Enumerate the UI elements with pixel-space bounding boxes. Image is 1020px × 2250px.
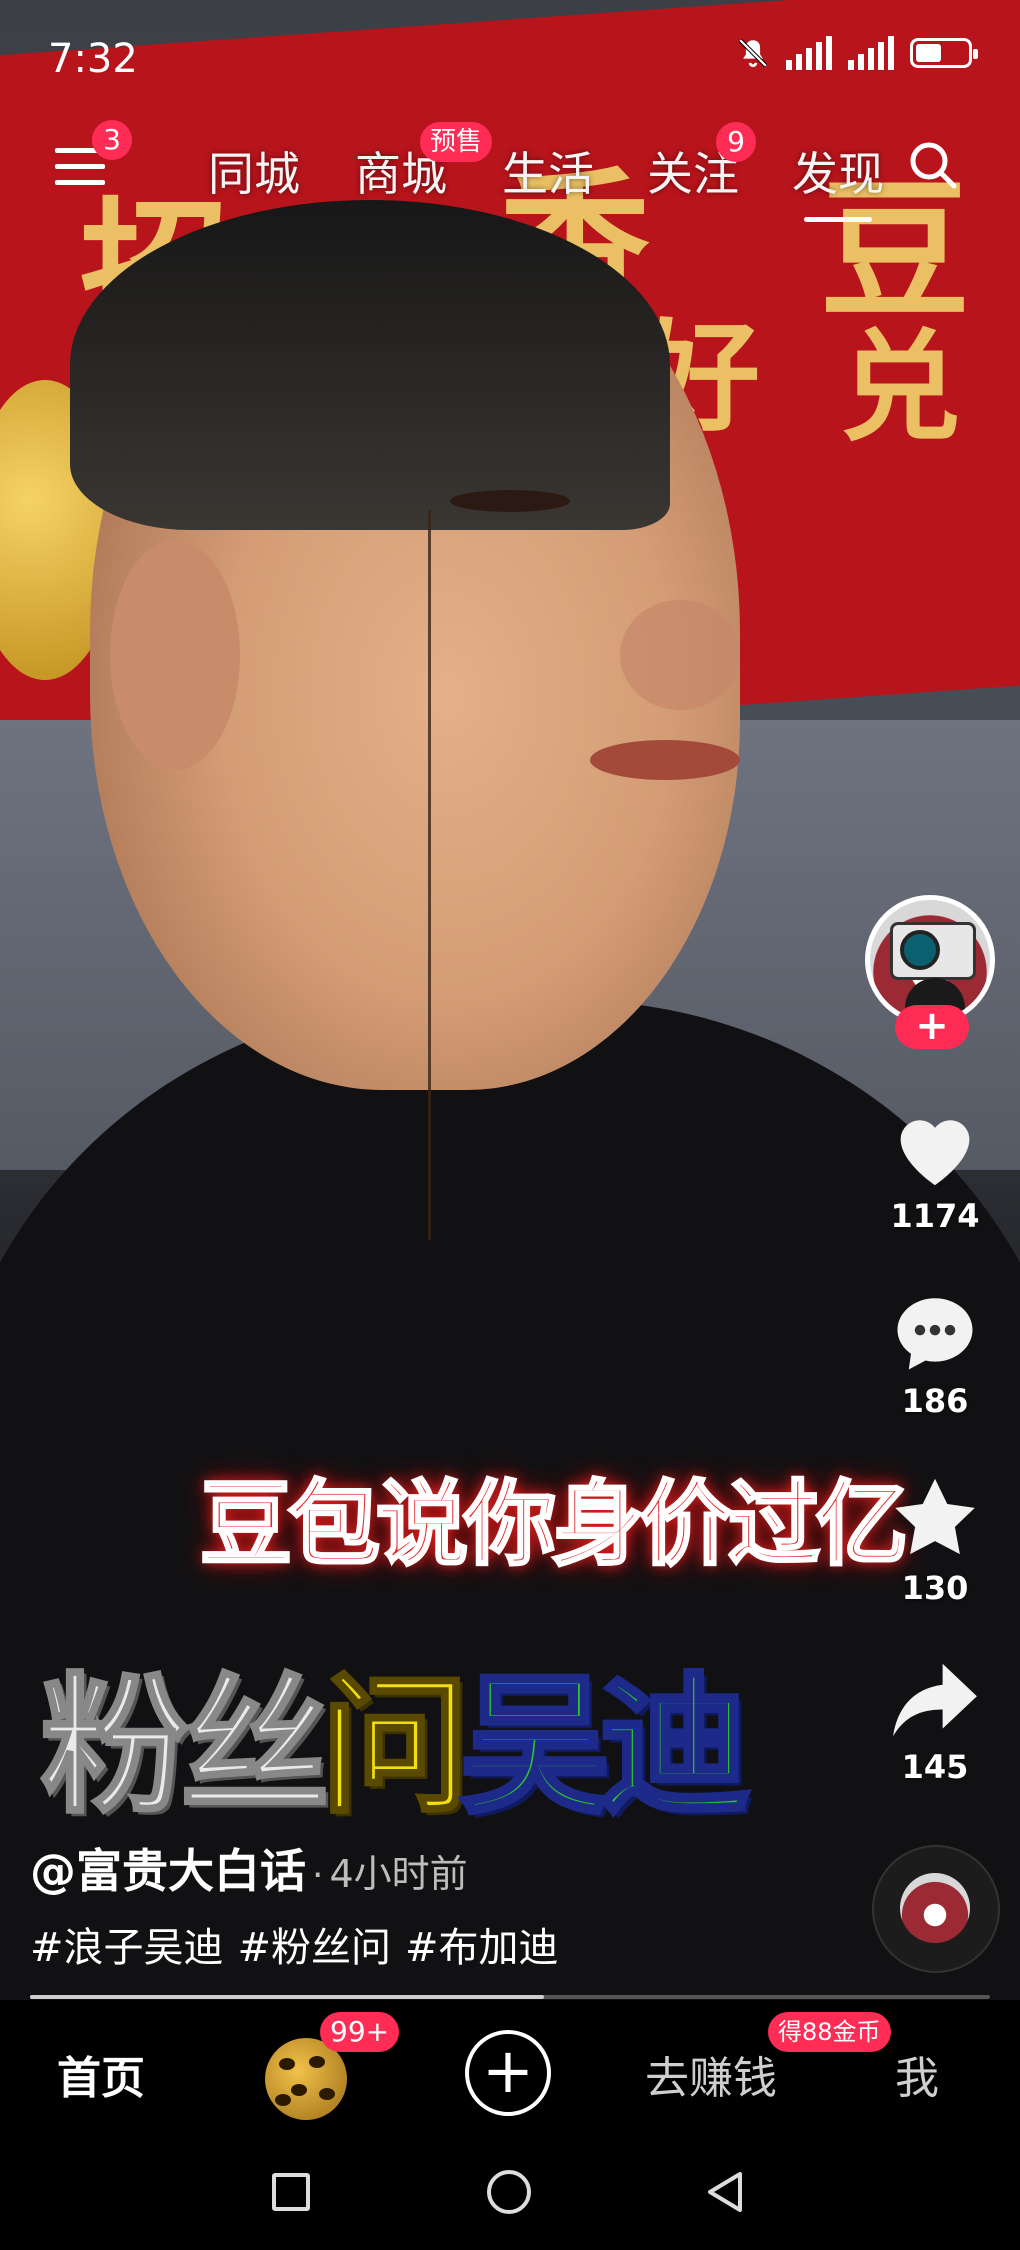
comment-icon xyxy=(897,1298,973,1370)
status-time: 7:32 xyxy=(48,36,138,82)
separator-dot: · xyxy=(312,1855,324,1896)
video-seam xyxy=(428,510,431,1240)
person-nose xyxy=(620,600,740,710)
share-button[interactable]: 145 xyxy=(865,1660,1005,1786)
follow-button[interactable]: + xyxy=(895,1005,969,1049)
home-icon[interactable] xyxy=(487,2170,531,2214)
top-nav: 3 同城 商城 预售 生活 关注 9 发现 xyxy=(0,120,1020,222)
tab-discover[interactable]: 发现 xyxy=(792,138,884,222)
star-icon xyxy=(895,1478,975,1555)
signal-icon-2 xyxy=(848,36,894,70)
music-disc-icon[interactable] xyxy=(872,1845,1000,1973)
bottom-nav: 首页 99+ + 去赚钱 得88金币 我 xyxy=(0,2000,1020,2140)
hashtag[interactable]: #粉丝问 xyxy=(238,1925,392,1971)
heart-icon xyxy=(900,1120,970,1186)
tab-life[interactable]: 生活 xyxy=(502,138,594,204)
share-count: 145 xyxy=(901,1748,969,1786)
video-caption-top: 豆包说你身价过亿 xyxy=(199,1470,910,1580)
back-icon[interactable] xyxy=(704,2170,746,2214)
like-button[interactable]: 1174 xyxy=(865,1105,1005,1235)
app-screen: 招 香 豆 好 兑 豆包说你身价过亿 粉丝问吴迪 7:32 xyxy=(0,0,1020,2250)
tab-same-city[interactable]: 同城 xyxy=(208,138,300,204)
favorite-button[interactable]: 130 xyxy=(865,1473,1005,1607)
hashtag-list: #浪子吴迪 #粉丝问 #布加迪 xyxy=(30,1915,573,1973)
person-eye xyxy=(450,490,570,512)
post-time: 4小时前 xyxy=(329,1852,468,1896)
signal-icon xyxy=(786,36,832,70)
video-progress-bar[interactable] xyxy=(30,1995,990,1999)
status-icons xyxy=(736,36,978,70)
favorite-count: 130 xyxy=(901,1569,969,1607)
comment-count: 186 xyxy=(901,1382,969,1420)
create-post-button[interactable]: + xyxy=(465,2030,551,2116)
following-badge: 9 xyxy=(716,122,756,162)
mute-bell-icon xyxy=(738,38,768,68)
caption-word-ask: 问 xyxy=(319,1659,472,1836)
system-nav xyxy=(0,2140,1020,2250)
nav-home[interactable]: 首页 xyxy=(57,2042,145,2106)
like-count: 1174 xyxy=(890,1197,980,1235)
recent-apps-icon[interactable] xyxy=(272,2173,310,2211)
caption-word-name: 吴迪 xyxy=(458,1658,753,1837)
nav-earn[interactable]: 去赚钱 xyxy=(645,2042,777,2106)
person-mouth xyxy=(590,740,740,780)
person-ear xyxy=(110,540,240,770)
person-hair xyxy=(70,200,670,530)
progress-played xyxy=(30,1995,544,1999)
video-caption-main: 粉丝问吴迪 xyxy=(38,1625,900,1837)
hashtag[interactable]: #布加迪 xyxy=(405,1925,559,1971)
friends-badge: 99+ xyxy=(320,2012,400,2052)
hashtag[interactable]: #浪子吴迪 xyxy=(30,1925,224,1971)
post-author-line: @富贵大白话 · 4小时前 xyxy=(30,1835,468,1901)
author-name[interactable]: @富贵大白话 xyxy=(30,1844,306,1898)
mall-presale-badge: 预售 xyxy=(420,122,493,162)
menu-badge: 3 xyxy=(92,120,132,160)
search-icon[interactable] xyxy=(908,140,958,190)
nav-me[interactable]: 我 xyxy=(895,2042,939,2106)
caption-word-fans: 粉丝 xyxy=(38,1659,331,1836)
comment-button[interactable]: 186 xyxy=(865,1290,1005,1420)
battery-icon xyxy=(910,38,978,68)
share-arrow-icon xyxy=(893,1663,977,1737)
earn-coin-badge: 得88金币 xyxy=(768,2012,891,2052)
